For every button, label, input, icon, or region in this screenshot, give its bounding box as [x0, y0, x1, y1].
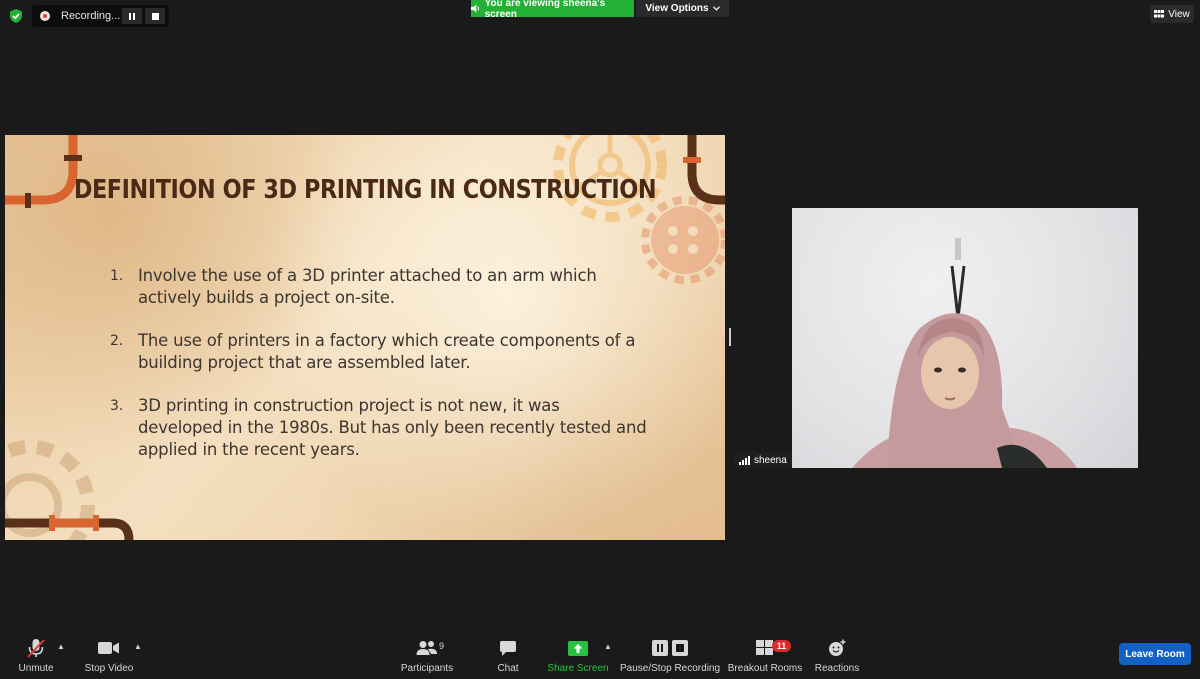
- participants-icon: [416, 641, 437, 655]
- share-options-caret-icon[interactable]: ▲: [604, 642, 612, 651]
- list-item-number: 1.: [110, 268, 123, 284]
- stop-video-button[interactable]: Stop Video: [84, 634, 134, 679]
- reactions-button[interactable]: Reactions: [814, 634, 860, 679]
- chat-button[interactable]: Chat: [490, 634, 526, 679]
- list-item: 2. The use of printers in a factory whic…: [110, 330, 670, 374]
- participant-video-feed: [852, 238, 1077, 468]
- pause-stop-recording-label: Pause/Stop Recording: [619, 663, 721, 674]
- grid-view-icon: [1154, 10, 1165, 18]
- recording-indicator: Recording...: [32, 5, 169, 27]
- breakout-rooms-label: Breakout Rooms: [727, 663, 803, 674]
- pipe-icon: [683, 135, 725, 205]
- view-options-button[interactable]: View Options: [636, 0, 729, 17]
- pause-stop-recording-icon: [652, 640, 688, 656]
- stop-recording-button[interactable]: [145, 8, 165, 24]
- video-options-caret-icon[interactable]: ▲: [134, 642, 142, 651]
- list-item: 1. Involve the use of a 3D printer attac…: [110, 265, 670, 309]
- list-item-line: developed in the 1980s. But has only bee…: [138, 418, 647, 437]
- list-item-line: applied in the recent years.: [138, 440, 360, 459]
- list-item-number: 3.: [110, 398, 123, 414]
- breakout-rooms-icon: [756, 640, 773, 655]
- participants-count: 9: [439, 641, 445, 651]
- list-item-line: The use of printers in a factory which c…: [138, 331, 636, 350]
- stop-video-label: Stop Video: [84, 663, 134, 674]
- list-item: 3. 3D printing in construction project i…: [110, 395, 670, 461]
- list-item-text: 3D printing in construction project is n…: [138, 395, 647, 461]
- share-screen-button[interactable]: Share Screen: [547, 634, 609, 679]
- list-item-text: The use of printers in a factory which c…: [138, 330, 635, 374]
- speaker-icon: [471, 4, 479, 13]
- video-camera-icon: [98, 642, 119, 654]
- pause-stop-recording-button[interactable]: Pause/Stop Recording: [619, 634, 721, 679]
- leave-room-button[interactable]: Leave Room: [1119, 643, 1191, 665]
- pause-recording-button[interactable]: [122, 8, 142, 24]
- recording-label: Recording...: [61, 10, 121, 22]
- view-label: View: [1168, 8, 1190, 20]
- share-screen-icon: [568, 640, 588, 656]
- stop-icon: [151, 12, 159, 20]
- unmute-label: Unmute: [18, 663, 54, 674]
- smiley-add-icon: [829, 639, 846, 656]
- participants-button[interactable]: Participants: [401, 634, 453, 679]
- view-layout-button[interactable]: View: [1150, 5, 1194, 23]
- audio-options-caret-icon[interactable]: ▲: [57, 642, 65, 651]
- signal-strength-icon: [739, 455, 750, 465]
- participants-label: Participants: [400, 663, 454, 674]
- list-item-line: building project that are assembled late…: [138, 353, 471, 372]
- breakout-rooms-button[interactable]: Breakout Rooms: [727, 634, 803, 679]
- viewing-screen-text: You are viewing sheena's screen: [484, 0, 606, 20]
- list-item-text: Involve the use of a 3D printer attached…: [138, 265, 597, 309]
- participant-video-tile[interactable]: [792, 208, 1138, 468]
- chat-label: Chat: [497, 663, 519, 674]
- share-screen-label: Share Screen: [547, 663, 609, 674]
- unmute-button[interactable]: Unmute: [14, 634, 58, 679]
- view-options-label: View Options: [645, 3, 709, 14]
- breakout-rooms-badge: 11: [772, 640, 791, 652]
- slide-bullet-list: 1. Involve the use of a 3D printer attac…: [110, 265, 670, 482]
- viewing-screen-banner: You are viewing sheena's screen: [471, 0, 634, 20]
- participant-name-tag: sheena: [734, 452, 792, 468]
- participant-name: sheena: [754, 454, 787, 466]
- pause-icon: [129, 12, 135, 20]
- microphone-muted-icon: [27, 639, 45, 658]
- recording-dot-icon: [40, 11, 50, 21]
- list-item-line: actively builds a project on-site.: [138, 288, 395, 307]
- shared-screen-slide: DEFINITION OF 3D PRINTING IN CONSTRUCTIO…: [5, 135, 725, 540]
- list-item-line: 3D printing in construction project is n…: [138, 396, 560, 415]
- chevron-down-icon: [712, 6, 720, 11]
- reactions-label: Reactions: [814, 663, 860, 674]
- split-view-resize-handle[interactable]: [729, 328, 731, 346]
- security-shield-icon[interactable]: [8, 8, 24, 24]
- slide-title: DEFINITION OF 3D PRINTING IN CONSTRUCTIO…: [73, 175, 657, 205]
- list-item-number: 2.: [110, 333, 123, 349]
- chat-bubble-icon: [500, 640, 516, 656]
- list-item-line: Involve the use of a 3D printer attached…: [138, 266, 597, 285]
